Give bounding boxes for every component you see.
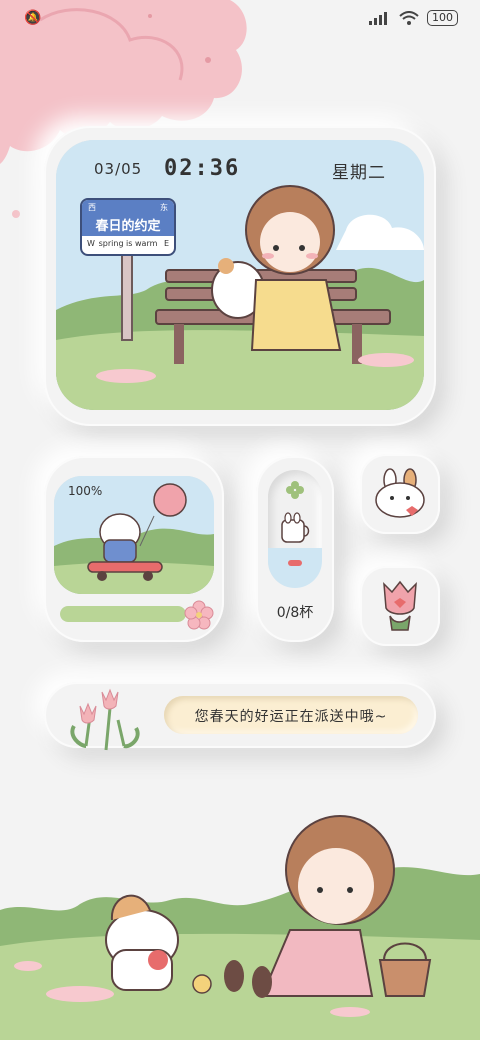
sign-e: E (163, 239, 169, 248)
battery-progress-fill (60, 606, 186, 622)
main-widget[interactable]: 03/05 02:36 星期二 西 东 春日的约定 W spring is wa… (44, 126, 436, 426)
status-bar: 🔕 100 (0, 8, 480, 34)
sign-west: 西 (88, 203, 96, 212)
clover-icon (286, 481, 304, 499)
water-widget[interactable]: 0/8杯 (256, 456, 334, 642)
picnic-scene (0, 815, 480, 1040)
notification-icon: 🔕 (24, 10, 42, 26)
battery-indicator: 100 (427, 10, 458, 26)
sign-board: 西 东 春日的约定 W spring is warm E (80, 198, 176, 256)
message-widget[interactable]: 您春天的好运正在派送中哦~ (44, 682, 436, 751)
signal-bars-icon (369, 12, 387, 25)
message-bubble: 您春天的好运正在派送中哦~ (164, 696, 418, 734)
flower-icon (184, 600, 214, 630)
water-minus-button[interactable] (288, 560, 302, 566)
sign-east: 东 (160, 203, 168, 212)
tulip-bouquet-icon (70, 688, 140, 751)
clock-time[interactable]: 02:36 (164, 156, 240, 181)
tulip-icon (383, 580, 417, 631)
message-text: 您春天的好运正在派送中哦~ (194, 709, 388, 725)
battery-percent: 100% (68, 484, 103, 498)
battery-progress-track (60, 606, 186, 622)
bunny-app-widget[interactable] (360, 454, 440, 534)
wifi-icon (399, 11, 419, 25)
water-count: 0/8杯 (276, 605, 314, 621)
sign-header: 西 东 春日的约定 (82, 200, 174, 236)
cup-bunny-icon (281, 512, 310, 543)
tulip-app-widget[interactable] (360, 566, 440, 646)
sign-title: 春日的约定 (95, 219, 161, 234)
sign-subtitle: spring is warm (98, 239, 158, 248)
date-label: 03/05 (94, 160, 143, 178)
bunny-icon (375, 468, 425, 518)
weekday-label: 星期二 (332, 163, 386, 183)
water-level (268, 548, 322, 588)
status-right: 100 (369, 10, 458, 26)
battery-widget[interactable]: 100% (44, 456, 224, 642)
